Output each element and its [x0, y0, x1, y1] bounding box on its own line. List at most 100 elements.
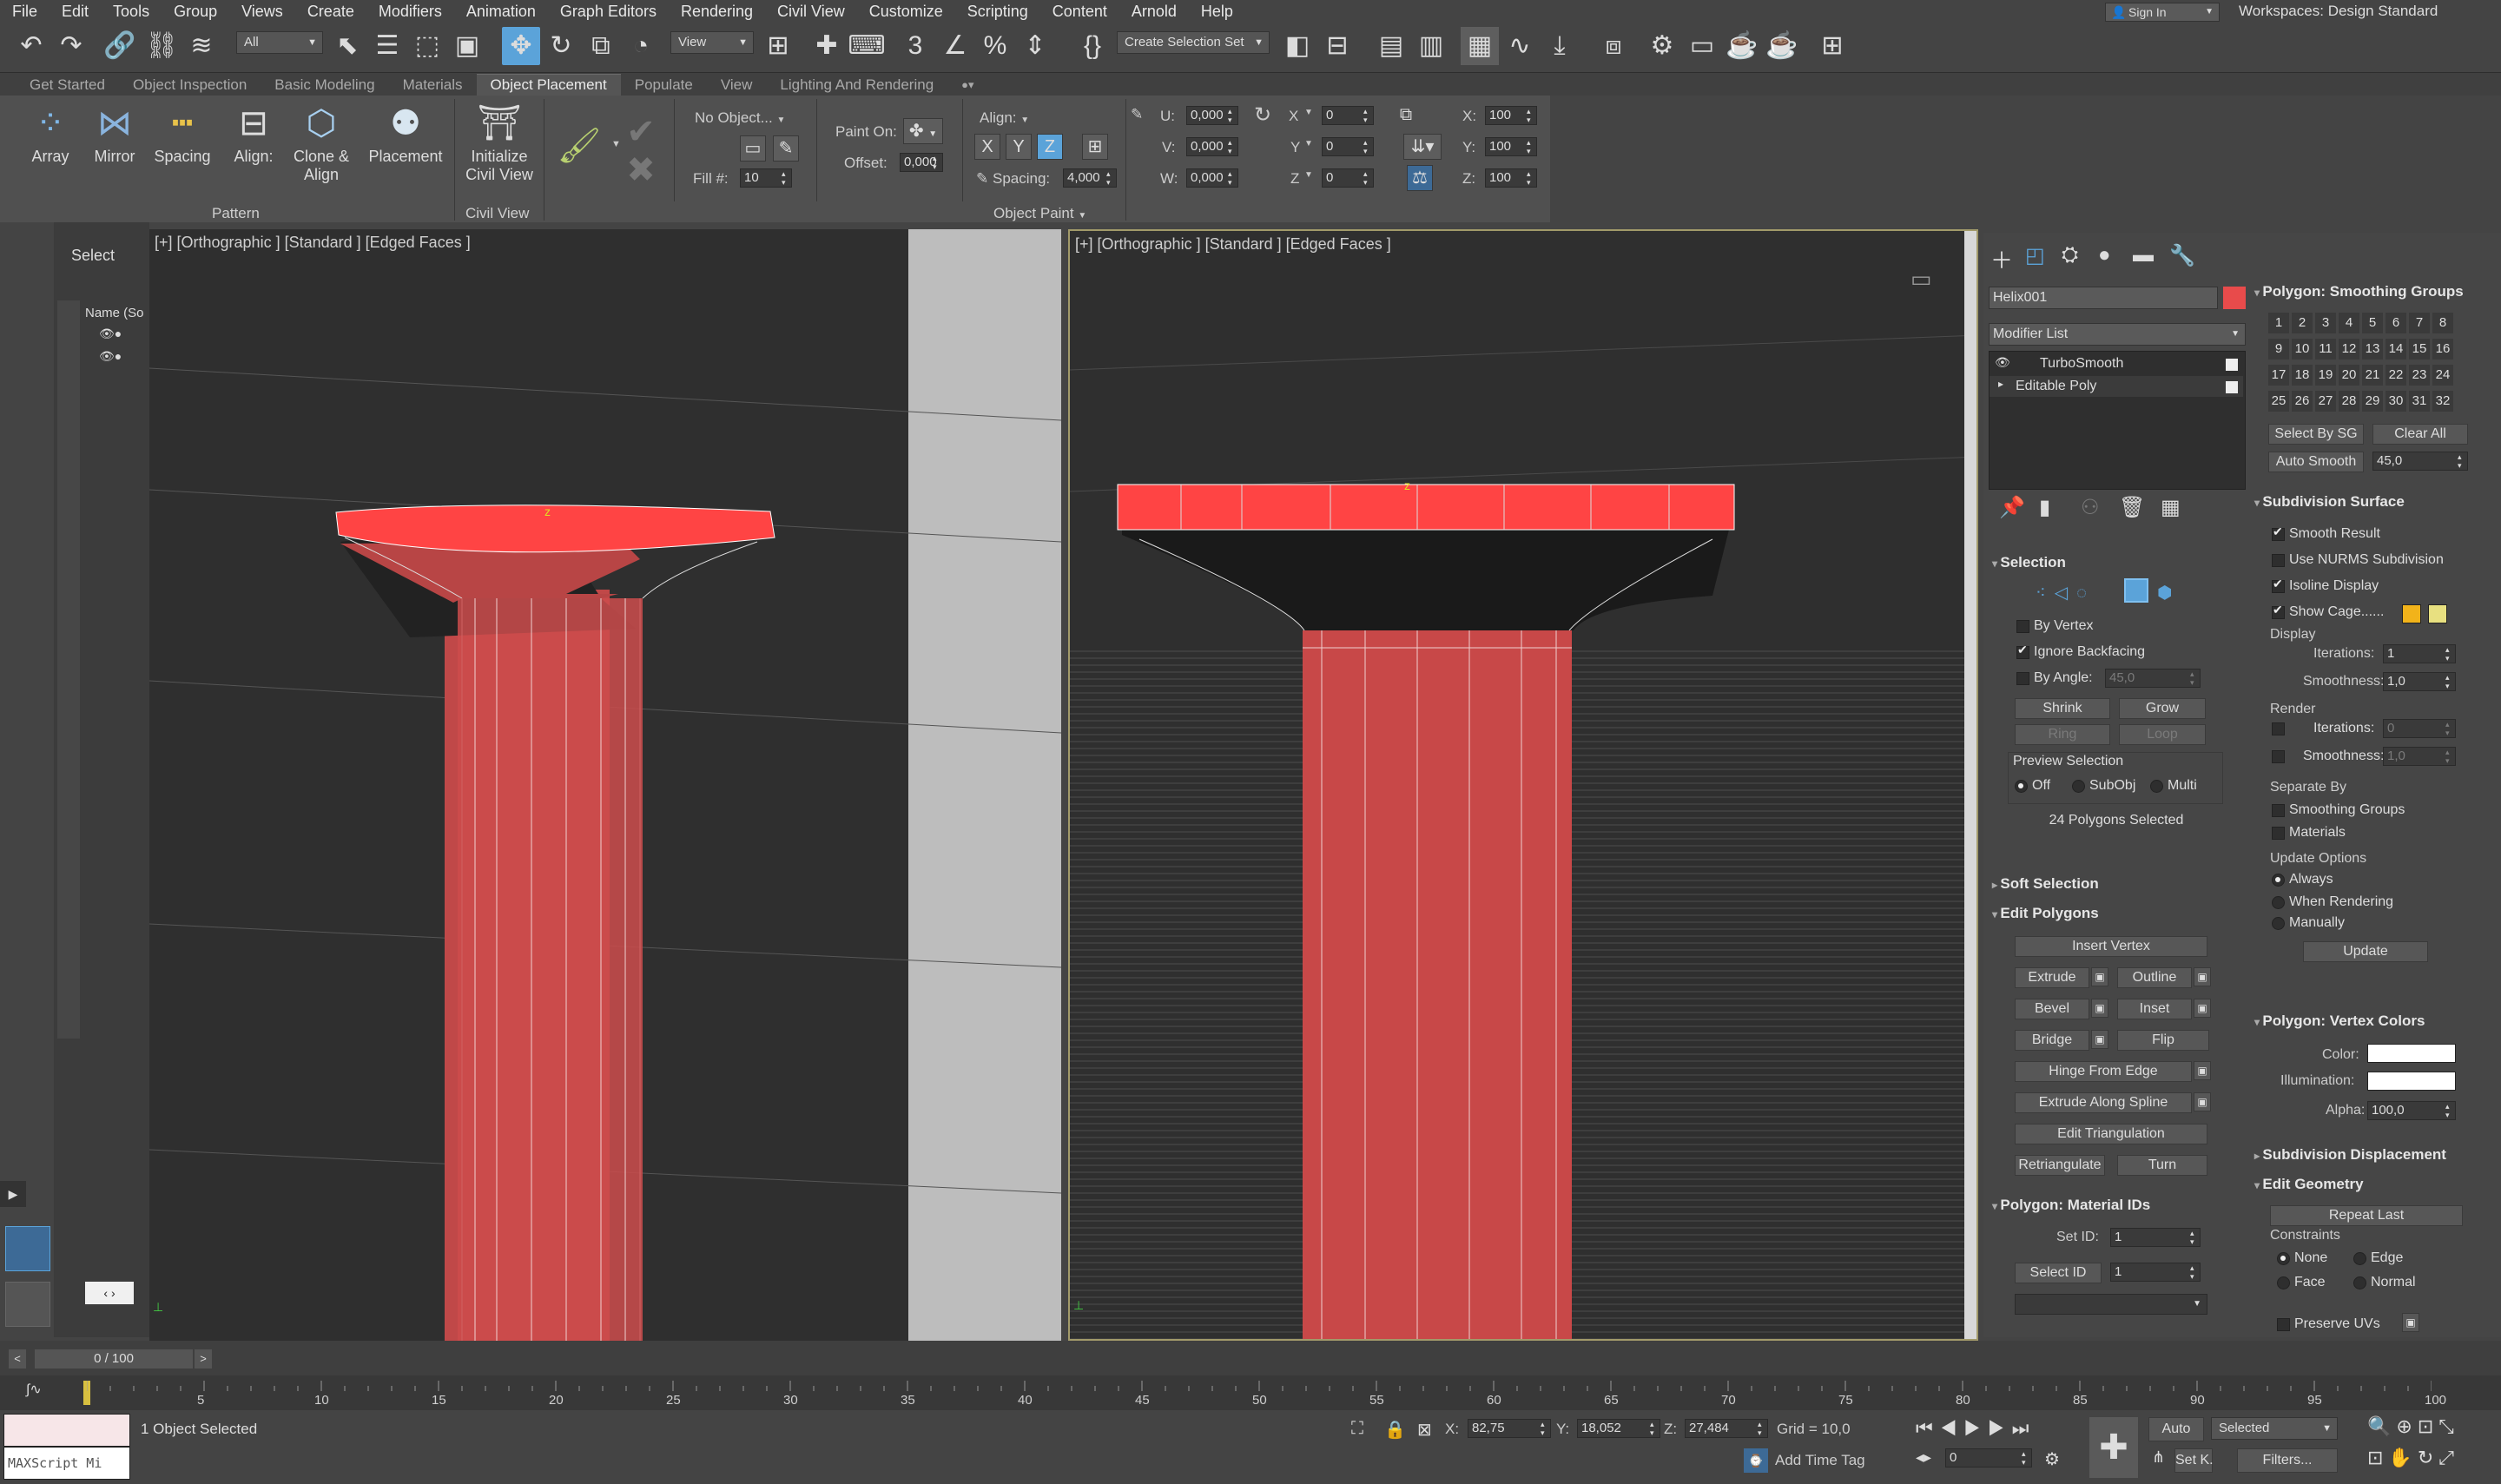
preview-off-radio[interactable]: Off — [2013, 778, 2050, 794]
expand-icon[interactable]: ▸ — [1998, 378, 2003, 390]
select-by-sg-button[interactable]: Select By SG — [2268, 424, 2364, 445]
extrude-settings-icon[interactable]: ▣ — [2091, 967, 2108, 986]
smoothing-group-button[interactable]: 24 — [2432, 365, 2453, 386]
rect-selection-icon[interactable]: ⬚ — [408, 27, 446, 65]
subdivision-surface-rollout[interactable]: Subdivision Surface — [2254, 493, 2404, 511]
set-key-icon[interactable]: ✚ — [2089, 1417, 2138, 1478]
smoothing-group-button[interactable]: 7 — [2409, 313, 2430, 333]
paint-brush-button[interactable]: 🖌 — [549, 122, 610, 170]
pivot-center-icon[interactable]: ⊞ — [759, 27, 797, 65]
rendered-frame-icon[interactable]: ▭ — [1683, 27, 1721, 65]
z-coord-field[interactable]: 27,484 — [1685, 1419, 1768, 1438]
snap-toggle-icon[interactable]: 3 — [896, 27, 934, 65]
smoothing-group-button[interactable]: 28 — [2339, 391, 2359, 412]
smoothing-group-button[interactable]: 4 — [2339, 313, 2359, 333]
stack-item-turbosmooth[interactable]: TurboSmooth — [1990, 353, 2243, 374]
set-key-mode-icon[interactable]: ⋔ — [2152, 1448, 2165, 1467]
spacing-spinner[interactable]: 4,000 — [1063, 168, 1117, 188]
smoothing-group-button[interactable]: 3 — [2315, 313, 2336, 333]
paint-cancel-button[interactable]: ✖ — [624, 146, 658, 195]
by-vertex-checkbox[interactable]: By Vertex — [2015, 618, 2093, 634]
show-end-result-icon[interactable]: ▮ — [2039, 495, 2050, 520]
modifier-list-dropdown[interactable]: Modifier List ▼ — [1989, 323, 2246, 346]
fill-spinner[interactable]: 10 — [740, 168, 792, 188]
maxscript-listener-top[interactable] — [3, 1414, 130, 1447]
set-key-button[interactable]: Set K. — [2174, 1448, 2214, 1473]
separate-materials-checkbox[interactable]: Materials — [2270, 825, 2346, 841]
vertex-colors-rollout[interactable]: Polygon: Vertex Colors — [2254, 1012, 2425, 1030]
select-id-button[interactable]: Select ID — [2015, 1263, 2102, 1283]
smoothing-group-button[interactable]: 17 — [2268, 365, 2289, 386]
smoothing-group-button[interactable]: 9 — [2268, 339, 2289, 359]
hinge-from-edge-button[interactable]: Hinge From Edge — [2015, 1061, 2192, 1082]
current-frame-field[interactable]: 0 — [1945, 1448, 2032, 1468]
smoothing-group-button[interactable]: 6 — [2386, 313, 2406, 333]
smoothing-group-button[interactable]: 8 — [2432, 313, 2453, 333]
u-spinner[interactable]: 0,000 — [1186, 106, 1238, 125]
move-icon[interactable]: ✥ — [502, 27, 540, 65]
update-manually-radio[interactable]: Manually — [2270, 915, 2345, 931]
y-coord-field[interactable]: 18,052 — [1577, 1419, 1660, 1438]
smoothing-group-button[interactable]: 32 — [2432, 391, 2453, 412]
menu-rendering[interactable]: Rendering — [669, 0, 765, 23]
extrude-button[interactable]: Extrude — [2015, 967, 2089, 988]
menu-customize[interactable]: Customize — [857, 0, 955, 23]
align-y-button[interactable]: Y — [1006, 134, 1032, 160]
object-paint-dropdown[interactable]: Object Paint ▼ — [993, 205, 1086, 222]
extrude-along-spline-button[interactable]: Extrude Along Spline — [2015, 1092, 2192, 1113]
grow-button[interactable]: Grow — [2119, 698, 2206, 719]
align-grid-icon[interactable]: ⊞ — [1082, 134, 1108, 160]
retriangulate-button[interactable]: Retriangulate — [2015, 1155, 2105, 1176]
render-iterative-icon[interactable]: ☕ — [1763, 27, 1801, 65]
track-bar[interactable]: ∫∿ 5 10 15 20 25 30 35 40 45 50 55 60 65 70 75 80 85 90 95… — [0, 1375, 2501, 1410]
smoothing-group-button[interactable]: 13 — [2362, 339, 2383, 359]
pick-list-icon[interactable]: ✎ — [773, 135, 799, 162]
turn-button[interactable]: Turn — [2117, 1155, 2207, 1176]
selection-rollout[interactable]: Selection — [1992, 554, 2066, 571]
edit-polygons-rollout[interactable]: Edit Polygons — [1992, 905, 2098, 922]
use-nurms-checkbox[interactable]: Use NURMS Subdivision — [2270, 552, 2444, 568]
schematic-view-icon[interactable]: ⤓ — [1541, 27, 1579, 65]
menu-scripting[interactable]: Scripting — [955, 0, 1040, 23]
tab-populate[interactable]: Populate — [621, 75, 707, 96]
select-id-spinner[interactable]: 1 — [2110, 1263, 2201, 1282]
name-column-header[interactable]: Name (So — [85, 306, 144, 320]
object-color-swatch[interactable] — [2223, 287, 2246, 309]
scene-explorer-icon[interactable]: ▤ — [1372, 27, 1410, 65]
menu-civil-view[interactable]: Civil View — [765, 0, 857, 23]
layer-explorer-icon[interactable]: ▥ — [1412, 27, 1450, 65]
auto-smooth-button[interactable]: Auto Smooth — [2268, 452, 2364, 472]
smoothing-group-button[interactable]: 16 — [2432, 339, 2453, 359]
menu-tools[interactable]: Tools — [101, 0, 162, 23]
single-viewport-icon[interactable] — [5, 1282, 50, 1327]
mirror-button[interactable]: ⋈ Mirror — [87, 99, 142, 166]
display-iterations-spinner[interactable]: 1 — [2383, 644, 2456, 663]
element-level-icon[interactable]: ⬢ — [2157, 582, 2172, 603]
render-grid-icon[interactable]: ⊞ — [1813, 27, 1851, 65]
smoothing-group-button[interactable]: 14 — [2386, 339, 2406, 359]
align-x-button[interactable]: X — [974, 134, 1000, 160]
w-spinner[interactable]: 0,000 — [1186, 168, 1238, 188]
time-slider[interactable]: < 0 / 100 > — [0, 1341, 2501, 1375]
menu-content[interactable]: Content — [1040, 0, 1119, 23]
update-when-rendering-radio[interactable]: When Rendering — [2270, 894, 2393, 910]
material-name-dropdown[interactable]: ▼ — [2015, 1294, 2207, 1315]
menu-file[interactable]: File — [0, 0, 49, 23]
percent-snap-icon[interactable]: % — [976, 27, 1014, 65]
viewport-left-label[interactable]: [+] [Orthographic ] [Standard ] [Edged F… — [155, 234, 471, 252]
by-angle-spinner[interactable]: 45,0 — [2105, 669, 2201, 688]
material-editor-icon[interactable]: ⧈ — [1594, 27, 1633, 65]
smoothing-group-button[interactable]: 30 — [2386, 391, 2406, 412]
vertex-color-swatch[interactable] — [2367, 1044, 2456, 1063]
v-spinner[interactable]: 0,000 — [1186, 137, 1238, 156]
select-object-icon[interactable]: ⬉ — [328, 27, 366, 65]
menu-views[interactable]: Views — [229, 0, 295, 23]
eye-icon[interactable]: 👁● — [99, 349, 122, 364]
illumination-swatch[interactable] — [2367, 1072, 2456, 1091]
preserve-uvs-settings-icon[interactable]: ▣ — [2402, 1313, 2419, 1332]
scale-axis-dropdown[interactable]: ⇊▾ — [1403, 134, 1442, 160]
smoothing-group-button[interactable]: 15 — [2409, 339, 2430, 359]
isoline-display-checkbox[interactable]: Isoline Display — [2270, 577, 2379, 594]
viewport-layout-icon[interactable] — [5, 1226, 50, 1271]
preview-subobj-radio[interactable]: SubObj — [2070, 778, 2135, 794]
